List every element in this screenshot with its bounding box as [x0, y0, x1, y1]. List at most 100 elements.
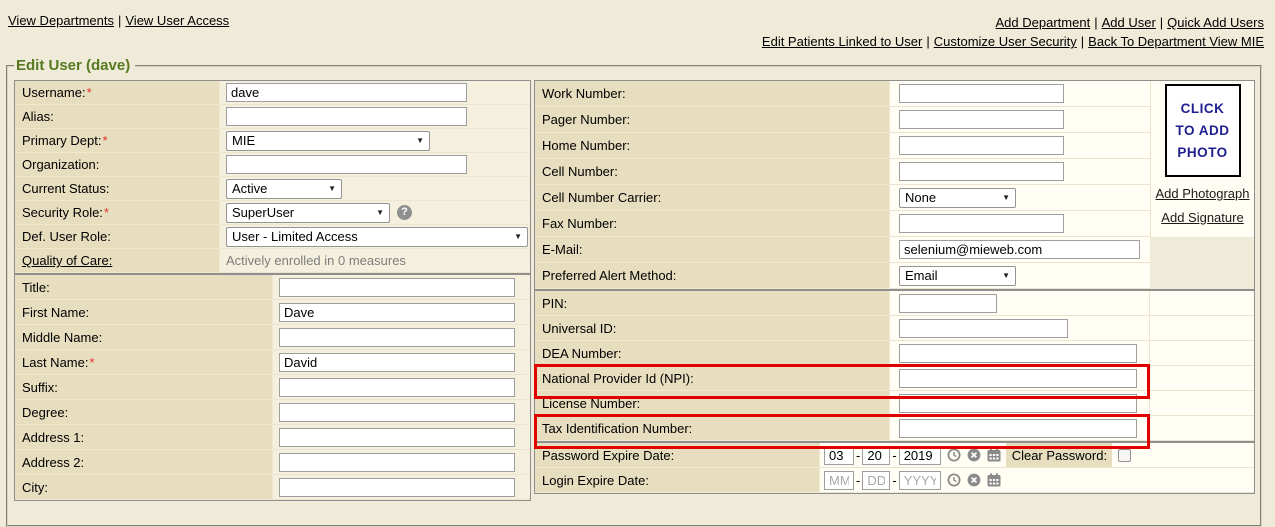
clock-icon[interactable]: [947, 448, 961, 462]
view-user-access-link[interactable]: View User Access: [125, 13, 229, 28]
license-number-input[interactable]: [899, 394, 1137, 413]
link-separator: |: [926, 34, 929, 49]
table-row: Fax Number:: [535, 211, 1254, 237]
contact-info-table: Work Number: Pager Number: Home Number: …: [534, 80, 1255, 290]
account-info-table: Username:* Alias: Primary Dept:* MIE Org…: [14, 80, 531, 274]
username-label: Username:*: [15, 81, 220, 105]
cell-number-input[interactable]: [899, 162, 1064, 181]
dea-number-label: DEA Number:: [535, 341, 890, 366]
security-role-label: Security Role:*: [15, 201, 220, 225]
link-separator: |: [1081, 34, 1084, 49]
tax-id-label: Tax Identification Number:: [535, 416, 890, 441]
pin-input[interactable]: [899, 294, 997, 313]
table-row: Security Role:* SuperUser?: [15, 201, 530, 225]
login-expire-year-input[interactable]: [899, 471, 941, 490]
photo-box-line: PHOTO: [1177, 145, 1227, 160]
table-row: Address 2:: [15, 450, 530, 475]
login-expire-month-input[interactable]: [824, 471, 854, 490]
security-role-select[interactable]: SuperUser: [226, 203, 390, 223]
pager-number-label: Pager Number:: [535, 107, 890, 133]
password-expire-day-input[interactable]: [862, 446, 890, 465]
work-number-input[interactable]: [899, 84, 1064, 103]
cell-carrier-select[interactable]: None: [899, 188, 1016, 208]
table-row: Cell Number:: [535, 159, 1254, 185]
title-input[interactable]: [279, 278, 515, 297]
table-row: DEA Number:: [535, 341, 1254, 366]
add-user-link[interactable]: Add User: [1102, 15, 1156, 30]
first-name-input[interactable]: [279, 303, 515, 322]
middle-name-input[interactable]: [279, 328, 515, 347]
table-row: Title:: [15, 275, 530, 300]
expiration-table: Password Expire Date: - - Clear Password…: [534, 442, 1255, 494]
pager-number-input[interactable]: [899, 110, 1064, 129]
calendar-icon[interactable]: [987, 473, 1001, 487]
view-departments-link[interactable]: View Departments: [8, 13, 114, 28]
npi-input[interactable]: [899, 369, 1137, 388]
customize-user-security-link[interactable]: Customize User Security: [934, 34, 1077, 49]
top-right-links-line1: Add Department|Add User|Quick Add Users: [762, 13, 1264, 32]
dea-number-input[interactable]: [899, 344, 1137, 363]
last-name-label: Last Name:*: [15, 350, 273, 375]
home-number-label: Home Number:: [535, 133, 890, 159]
alias-input[interactable]: [226, 107, 467, 126]
password-expire-month-input[interactable]: [824, 446, 854, 465]
tax-id-input[interactable]: [899, 419, 1137, 438]
address1-label: Address 1:: [15, 425, 273, 450]
clear-password-checkbox[interactable]: [1118, 449, 1131, 462]
suffix-label: Suffix:: [15, 375, 273, 400]
help-icon[interactable]: ?: [397, 205, 412, 220]
address2-input[interactable]: [279, 453, 515, 472]
table-row: Cell Number Carrier: None: [535, 185, 1254, 211]
password-expire-year-input[interactable]: [899, 446, 941, 465]
required-marker: *: [104, 205, 109, 220]
table-row: PIN:: [535, 291, 1254, 316]
def-user-role-select[interactable]: User - Limited Access: [226, 227, 528, 247]
preferred-alert-method-label: Preferred Alert Method:: [535, 263, 890, 289]
quick-add-users-link[interactable]: Quick Add Users: [1167, 15, 1264, 30]
clock-icon[interactable]: [947, 473, 961, 487]
table-row: First Name:: [15, 300, 530, 325]
current-status-select[interactable]: Active: [226, 179, 342, 199]
add-department-link[interactable]: Add Department: [996, 15, 1091, 30]
npi-label: National Provider Id (NPI):: [535, 366, 890, 391]
preferred-alert-method-select[interactable]: Email: [899, 266, 1016, 286]
fax-number-label: Fax Number:: [535, 211, 890, 237]
def-user-role-label: Def. User Role:: [15, 225, 220, 249]
quality-of-care-link[interactable]: Quality of Care:: [22, 253, 112, 268]
primary-dept-label: Primary Dept:*: [15, 129, 220, 153]
cell-number-label: Cell Number:: [535, 159, 890, 185]
calendar-icon[interactable]: [987, 448, 1001, 462]
back-to-department-view-link[interactable]: Back To Department View MIE: [1088, 34, 1264, 49]
date-separator: -: [892, 448, 896, 463]
password-expire-date-label: Password Expire Date:: [535, 443, 820, 468]
organization-input[interactable]: [226, 155, 467, 174]
work-number-label: Work Number:: [535, 81, 890, 107]
clear-password-label: Clear Password:: [1006, 443, 1112, 467]
last-name-input[interactable]: [279, 353, 515, 372]
add-photo-box[interactable]: CLICK TO ADD PHOTO: [1165, 84, 1241, 177]
address1-input[interactable]: [279, 428, 515, 447]
suffix-input[interactable]: [279, 378, 515, 397]
circle-x-icon[interactable]: [967, 448, 981, 462]
middle-name-label: Middle Name:: [15, 325, 273, 350]
add-photograph-link[interactable]: Add Photograph: [1156, 186, 1250, 201]
degree-input[interactable]: [279, 403, 515, 422]
email-input[interactable]: [899, 240, 1140, 259]
personal-info-table: Title: First Name: Middle Name: Last Nam…: [14, 274, 531, 501]
login-expire-day-input[interactable]: [862, 471, 890, 490]
link-separator: |: [1160, 15, 1163, 30]
fax-number-input[interactable]: [899, 214, 1064, 233]
city-input[interactable]: [279, 478, 515, 497]
home-number-input[interactable]: [899, 136, 1064, 155]
universal-id-input[interactable]: [899, 319, 1068, 338]
primary-dept-select[interactable]: MIE: [226, 131, 430, 151]
table-row: Pager Number:: [535, 107, 1254, 133]
table-row: Def. User Role: User - Limited Access: [15, 225, 530, 249]
edit-patients-linked-link[interactable]: Edit Patients Linked to User: [762, 34, 922, 49]
add-signature-link[interactable]: Add Signature: [1161, 210, 1243, 225]
table-row: Last Name:*: [15, 350, 530, 375]
date-separator: -: [856, 473, 860, 488]
circle-x-icon[interactable]: [967, 473, 981, 487]
username-input[interactable]: [226, 83, 467, 102]
table-row: Degree:: [15, 400, 530, 425]
